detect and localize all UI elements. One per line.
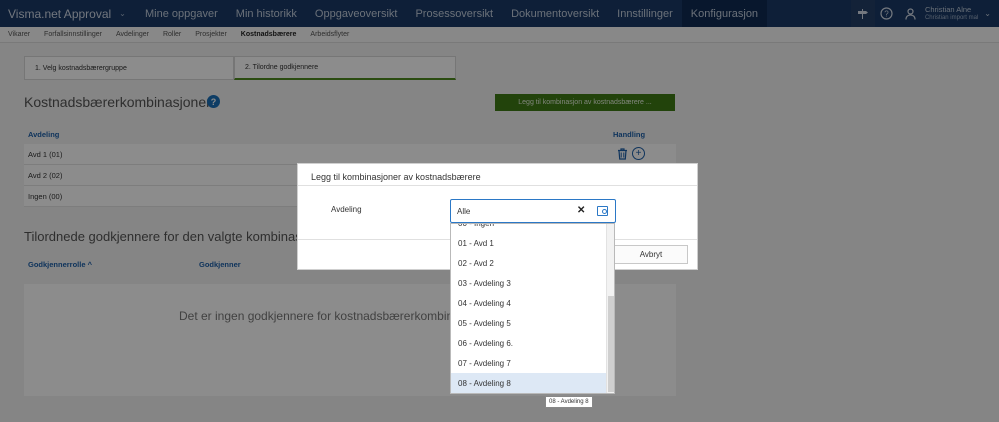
list-item[interactable]: 01 - Avd 1 bbox=[451, 233, 607, 253]
department-combobox[interactable]: Alle ✕ bbox=[450, 199, 616, 223]
list-item[interactable]: 05 - Avdeling 5 bbox=[451, 313, 607, 333]
cancel-button[interactable]: Avbryt bbox=[614, 245, 688, 264]
lookup-icon[interactable] bbox=[597, 206, 608, 216]
department-dropdown-list: 00 - Ingen 01 - Avd 1 02 - Avd 2 03 - Av… bbox=[450, 223, 615, 394]
list-item[interactable]: 07 - Avdeling 7 bbox=[451, 353, 607, 373]
dropdown-scrollbar[interactable] bbox=[606, 224, 614, 393]
dialog-title: Legg til kombinasjoner av kostnadsbærere bbox=[311, 172, 481, 182]
list-item[interactable]: 04 - Avdeling 4 bbox=[451, 293, 607, 313]
list-item[interactable]: 03 - Avdeling 3 bbox=[451, 273, 607, 293]
divider bbox=[298, 185, 697, 186]
department-label: Avdeling bbox=[331, 205, 362, 214]
combobox-value: Alle bbox=[457, 207, 471, 216]
clear-icon[interactable]: ✕ bbox=[577, 205, 585, 216]
scrollbar-thumb[interactable] bbox=[608, 296, 614, 392]
list-item-highlighted[interactable]: 08 - Avdeling 8 bbox=[451, 373, 607, 393]
tooltip: 08 - Avdeling 8 bbox=[545, 396, 593, 408]
list-item[interactable]: 00 - Ingen bbox=[451, 224, 607, 233]
list-item[interactable]: 06 - Avdeling 6. bbox=[451, 333, 607, 353]
list-item[interactable]: 02 - Avd 2 bbox=[451, 253, 607, 273]
